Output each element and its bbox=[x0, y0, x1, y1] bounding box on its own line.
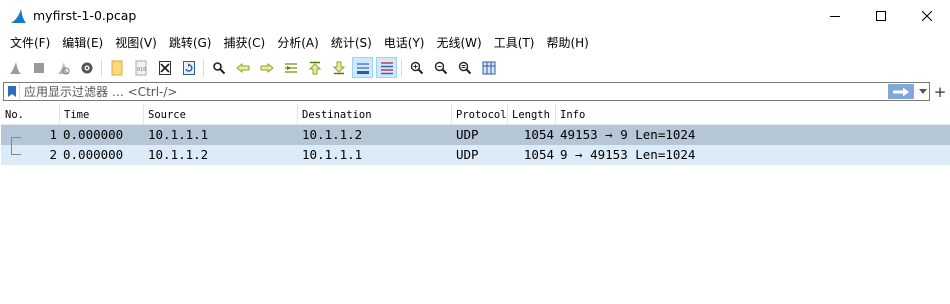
filter-bookmark-icon[interactable] bbox=[4, 83, 20, 100]
autoscroll-icon[interactable] bbox=[352, 57, 373, 78]
minimize-button[interactable] bbox=[812, 0, 858, 32]
column-destination[interactable]: Destination bbox=[298, 104, 452, 125]
column-protocol[interactable]: Protocol bbox=[452, 104, 508, 125]
menu-capture[interactable]: 捕获(C) bbox=[217, 32, 271, 54]
toolbar-separator bbox=[203, 58, 204, 77]
title-bar: myfirst-1-0.pcap bbox=[0, 0, 950, 32]
resize-columns-icon[interactable] bbox=[478, 57, 499, 78]
last-packet-icon[interactable] bbox=[328, 57, 349, 78]
column-info[interactable]: Info bbox=[556, 104, 950, 125]
cell-time: 0.000000 bbox=[63, 147, 124, 162]
menu-wireless[interactable]: 无线(W) bbox=[431, 32, 488, 54]
menu-go[interactable]: 跳转(G) bbox=[163, 32, 218, 54]
toolbar-separator bbox=[401, 58, 402, 77]
reload-file-icon[interactable] bbox=[178, 57, 199, 78]
cell-time: 0.000000 bbox=[63, 127, 124, 142]
maximize-button[interactable] bbox=[858, 0, 904, 32]
svg-text:010: 010 bbox=[137, 67, 146, 73]
cell-source: 10.1.1.2 bbox=[148, 147, 209, 162]
first-packet-icon[interactable] bbox=[304, 57, 325, 78]
display-filter-bar bbox=[3, 82, 930, 101]
cell-length: 1054 bbox=[523, 147, 554, 162]
chevron-down-icon bbox=[918, 89, 927, 94]
go-to-packet-icon[interactable] bbox=[280, 57, 301, 78]
open-file-icon[interactable] bbox=[106, 57, 127, 78]
menu-view[interactable]: 视图(V) bbox=[109, 32, 163, 54]
menu-tools[interactable]: 工具(T) bbox=[488, 32, 541, 54]
cell-destination: 10.1.1.2 bbox=[302, 127, 363, 142]
menu-telephony[interactable]: 电话(Y) bbox=[378, 32, 431, 54]
normal-size-icon[interactable] bbox=[454, 57, 475, 78]
column-no[interactable]: No. bbox=[1, 104, 60, 125]
main-toolbar: 010 bbox=[0, 55, 950, 80]
zoom-out-icon[interactable] bbox=[430, 57, 451, 78]
menu-statistics[interactable]: 统计(S) bbox=[325, 32, 378, 54]
stop-capture-icon[interactable] bbox=[28, 57, 49, 78]
go-forward-icon[interactable] bbox=[256, 57, 277, 78]
find-packet-icon[interactable] bbox=[208, 57, 229, 78]
display-filter-input[interactable] bbox=[20, 83, 888, 100]
start-capture-icon[interactable] bbox=[4, 57, 25, 78]
go-back-icon[interactable] bbox=[232, 57, 253, 78]
column-time[interactable]: Time bbox=[60, 104, 144, 125]
colorize-icon[interactable] bbox=[376, 57, 397, 78]
cell-source: 10.1.1.1 bbox=[148, 127, 209, 142]
cell-no: 1 bbox=[49, 127, 57, 142]
table-row[interactable]: 2 0.000000 10.1.1.2 10.1.1.1 UDP 1054 9 … bbox=[1, 145, 950, 165]
menu-bar: 文件(F) 编辑(E) 视图(V) 跳转(G) 捕获(C) 分析(A) 统计(S… bbox=[0, 32, 950, 54]
table-row[interactable]: 1 0.000000 10.1.1.1 10.1.1.2 UDP 1054 49… bbox=[1, 125, 950, 145]
wireshark-fin-icon bbox=[9, 7, 27, 25]
cell-length: 1054 bbox=[523, 127, 554, 142]
filter-dropdown-button[interactable] bbox=[916, 83, 929, 100]
window-title: myfirst-1-0.pcap bbox=[33, 8, 137, 23]
add-filter-button[interactable]: + bbox=[933, 82, 947, 101]
apply-filter-button[interactable] bbox=[888, 84, 914, 99]
column-source[interactable]: Source bbox=[144, 104, 298, 125]
close-button[interactable] bbox=[904, 0, 950, 32]
cell-protocol: UDP bbox=[456, 147, 479, 162]
cell-info: 9 → 49153 Len=1024 bbox=[560, 147, 696, 162]
cell-no: 2 bbox=[49, 147, 57, 162]
cell-info: 49153 → 9 Len=1024 bbox=[560, 127, 696, 142]
cell-protocol: UDP bbox=[456, 127, 479, 142]
zoom-in-icon[interactable] bbox=[406, 57, 427, 78]
arrow-right-icon bbox=[893, 87, 909, 96]
menu-help[interactable]: 帮助(H) bbox=[540, 32, 594, 54]
menu-analyze[interactable]: 分析(A) bbox=[271, 32, 325, 54]
column-length[interactable]: Length bbox=[508, 104, 556, 125]
menu-file[interactable]: 文件(F) bbox=[4, 32, 56, 54]
close-file-icon[interactable] bbox=[154, 57, 175, 78]
menu-edit[interactable]: 编辑(E) bbox=[56, 32, 109, 54]
restart-capture-icon[interactable] bbox=[52, 57, 73, 78]
toolbar-separator bbox=[101, 58, 102, 77]
capture-options-icon[interactable] bbox=[76, 57, 97, 78]
packet-list: No. Time Source Destination Protocol Len… bbox=[1, 104, 950, 304]
cell-destination: 10.1.1.1 bbox=[302, 147, 363, 162]
save-file-icon[interactable]: 010 bbox=[130, 57, 151, 78]
packet-list-header: No. Time Source Destination Protocol Len… bbox=[1, 104, 950, 125]
